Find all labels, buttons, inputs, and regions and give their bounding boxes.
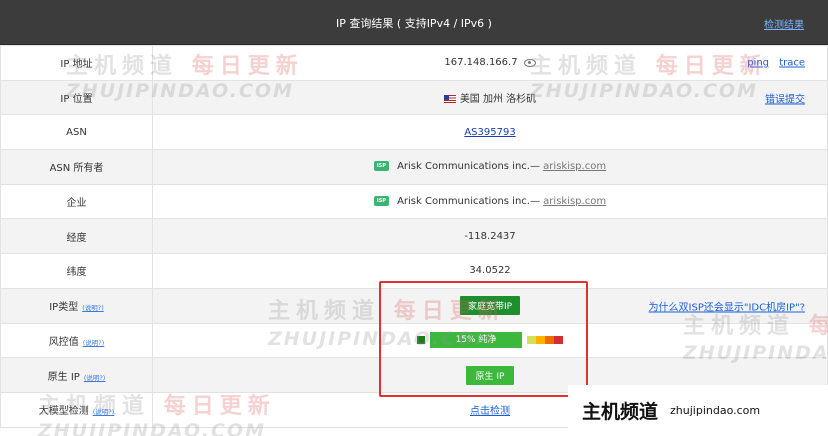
- brand-badge: 主机频道 zhujipindao.com: [568, 385, 828, 436]
- ip-type-badge: 家庭宽带IP: [459, 296, 521, 316]
- error-report-link[interactable]: 错误提交: [765, 90, 805, 105]
- label-llm-detect: 大模型检测 (说明?): [0, 391, 153, 428]
- label-company: 企业: [0, 183, 153, 220]
- ip-result-page: IP 查询结果 ( 支持IPv4 / IPv6 ) 检测结果 IP 地址 167…: [0, 0, 828, 436]
- asn-owner-name: Arisk Communications inc.—: [397, 161, 540, 173]
- llm-detect-label: 大模型检测: [38, 406, 89, 418]
- isp-badge: ISP: [373, 196, 390, 207]
- label-risk: 风控值 (说明?): [0, 322, 153, 359]
- label-ip-type: IP类型 (说明?): [0, 287, 153, 324]
- brand-cn: 主机频道: [582, 401, 659, 423]
- trace-link[interactable]: trace: [779, 57, 805, 68]
- risk-low-marker: [417, 336, 425, 345]
- row-company: 企业 ISP Arisk Communications inc.— ariskis…: [0, 183, 828, 220]
- value-risk: 15% 纯净: [152, 322, 828, 359]
- risk-help-link[interactable]: (说明?): [83, 339, 105, 347]
- value-latitude: 34.0522: [152, 253, 828, 289]
- native-ip-help-link[interactable]: (说明?): [84, 374, 106, 382]
- row-latitude: 纬度 34.0522: [0, 253, 828, 289]
- company-name: Arisk Communications inc.—: [397, 196, 540, 208]
- row-longitude: 经度 -118.2437: [0, 218, 828, 255]
- isp-badge: ISP: [373, 161, 390, 172]
- row-ip: IP 地址 167.148.166.7 ping trace: [0, 45, 828, 81]
- value-asn: AS395793: [152, 114, 828, 151]
- value-asn-owner: ISP Arisk Communications inc.— ariskisp.c…: [152, 149, 828, 185]
- brand-en: zhujipindao.com: [670, 404, 761, 417]
- value-ip: 167.148.166.7 ping trace: [152, 45, 828, 81]
- header-title: IP 查询结果 ( 支持IPv4 / IPv6 ): [336, 17, 492, 30]
- native-ip-badge: 原生 IP: [465, 365, 515, 385]
- ping-link[interactable]: ping: [747, 57, 769, 68]
- ip-type-label: IP类型: [49, 302, 79, 314]
- row-location: IP 位置 美国 加州 洛杉矶 错误提交: [0, 79, 828, 116]
- label-native-ip: 原生 IP (说明?): [0, 357, 153, 393]
- dual-isp-link[interactable]: 为什么双ISP还会显示"IDC机房IP"?: [649, 298, 805, 313]
- ip-address: 167.148.166.7: [444, 57, 518, 69]
- row-asn: ASN AS395793: [0, 114, 828, 151]
- company-domain[interactable]: ariskisp.com: [543, 196, 606, 207]
- value-location: 美国 加州 洛杉矶 错误提交: [152, 79, 828, 116]
- click-detect-link[interactable]: 点击检测: [470, 406, 510, 417]
- asn-link[interactable]: AS395793: [464, 127, 515, 138]
- result-header: IP 查询结果 ( 支持IPv4 / IPv6 ) 检测结果: [0, 0, 828, 45]
- label-longitude: 经度: [0, 218, 153, 255]
- risk-scale-segment-0: [527, 336, 536, 345]
- eye-icon[interactable]: [523, 58, 536, 67]
- risk-scale-segment-1: [536, 336, 545, 345]
- asn-owner-domain[interactable]: ariskisp.com: [543, 161, 606, 172]
- value-ip-type: 家庭宽带IP 为什么双ISP还会显示"IDC机房IP"?: [152, 287, 828, 324]
- row-ip-type: IP类型 (说明?) 家庭宽带IP 为什么双ISP还会显示"IDC机房IP"?: [0, 287, 828, 324]
- value-company: ISP Arisk Communications inc.— ariskisp.c…: [152, 183, 828, 220]
- row-risk: 风控值 (说明?) 15% 纯净: [0, 322, 828, 359]
- label-asn: ASN: [0, 114, 153, 151]
- location-text: 美国 加州 洛杉矶: [459, 94, 537, 106]
- risk-scale-segment-3: [554, 336, 563, 345]
- us-flag-icon: [443, 95, 456, 104]
- result-table: IP 地址 167.148.166.7 ping trace IP 位置 美国 …: [0, 45, 828, 428]
- ip-type-help-link[interactable]: (说明?): [82, 304, 104, 312]
- label-ip: IP 地址: [0, 45, 153, 81]
- risk-score-bar: 15% 纯净: [430, 332, 522, 349]
- llm-detect-help-link[interactable]: (说明?): [93, 408, 115, 416]
- label-asn-owner: ASN 所有者: [0, 149, 153, 185]
- risk-scale-segment-2: [545, 336, 554, 345]
- risk-label: 风控值: [48, 336, 79, 348]
- label-location: IP 位置: [0, 79, 153, 116]
- row-asn-owner: ASN 所有者 ISP Arisk Communications inc.— ar…: [0, 149, 828, 185]
- header-link[interactable]: 检测结果: [764, 16, 804, 31]
- native-ip-label: 原生 IP: [47, 371, 80, 383]
- value-longitude: -118.2437: [152, 218, 828, 255]
- risk-scale: [527, 336, 563, 345]
- label-latitude: 纬度: [0, 253, 153, 289]
